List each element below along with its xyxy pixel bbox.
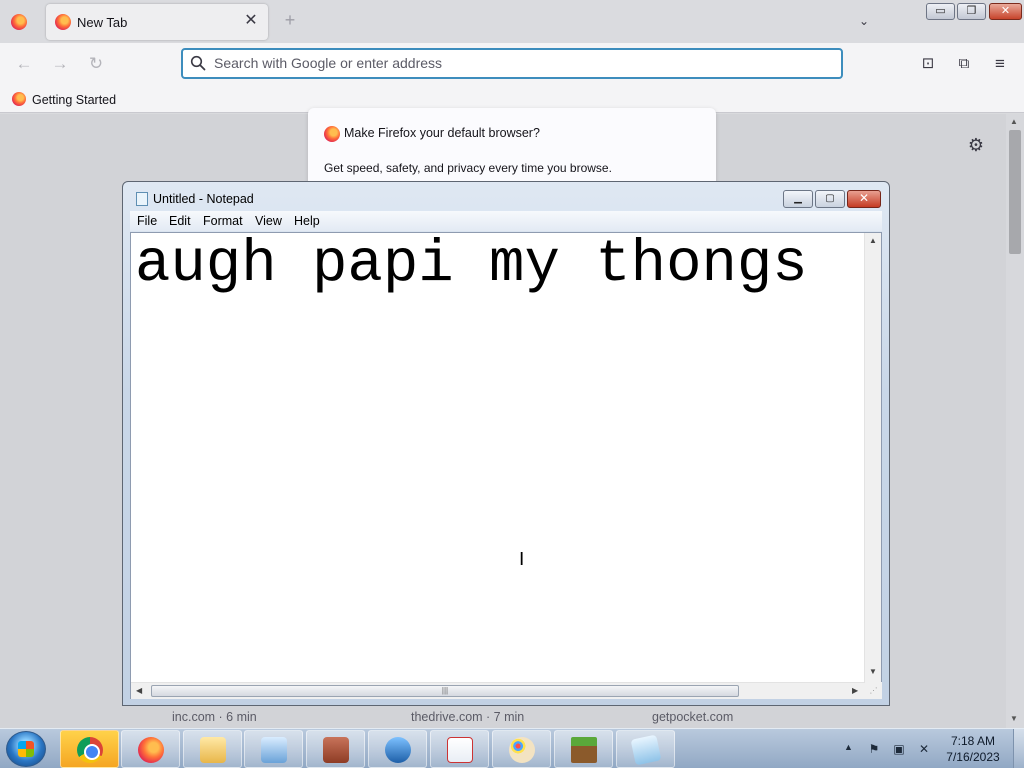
start-button[interactable]: [6, 731, 46, 767]
taskbar-app-firewall[interactable]: [306, 730, 365, 768]
firewall-icon: [323, 737, 349, 763]
menu-bar: File Edit Format View Help: [130, 211, 882, 231]
window-title: Untitled - Notepad: [153, 192, 254, 206]
show-desktop-button[interactable]: [1013, 729, 1024, 768]
notepad-icon[interactable]: [136, 192, 148, 206]
navigation-toolbar: ← → ↻ ⊡ ⧉ ≡: [0, 43, 1024, 85]
tab-strip: New Tab ✕ + ⌄ ▭ ❐ ✕: [0, 0, 1024, 43]
firefox-logo-icon[interactable]: [11, 14, 27, 30]
firefox-favicon-icon: [12, 92, 26, 106]
page-scrollbar[interactable]: ▲ ▼: [1006, 114, 1024, 728]
tab-close-icon[interactable]: ✕: [242, 12, 260, 30]
volume-muted-icon[interactable]: ✕: [916, 741, 932, 757]
chrome-icon: [77, 737, 103, 763]
firefox-logo-icon: [324, 126, 340, 142]
prompt-body: Get speed, safety, and privacy every tim…: [324, 161, 612, 175]
taskbar-app-explorer[interactable]: [183, 730, 242, 768]
address-bar[interactable]: [181, 48, 843, 79]
search-icon: [190, 55, 206, 71]
network-icon: [385, 737, 411, 763]
window-minimize-button[interactable]: ▭: [926, 3, 955, 20]
close-button[interactable]: ✕: [847, 190, 881, 208]
action-center-flag-icon[interactable]: ⚑: [866, 741, 882, 757]
scroll-left-arrow-icon[interactable]: ◀: [136, 686, 142, 695]
minecraft-icon: [571, 737, 597, 763]
back-arrow-icon[interactable]: ←: [13, 53, 35, 75]
pocket-icon[interactable]: ⊡: [918, 54, 938, 74]
taskbar-app-chrome[interactable]: [60, 730, 119, 768]
firefox-favicon-icon: [55, 14, 71, 30]
taskbar-app-notepad[interactable]: [616, 730, 675, 768]
taskbar-app-paint[interactable]: [492, 730, 551, 768]
scrollbar-thumb[interactable]: |||: [151, 685, 739, 697]
menu-view[interactable]: View: [255, 214, 282, 228]
vertical-scrollbar[interactable]: ▲ ▼: [864, 233, 881, 682]
story-source[interactable]: thedrive.com · 7 min: [411, 710, 524, 724]
folder-icon: [200, 737, 226, 763]
scroll-up-arrow-icon[interactable]: ▲: [869, 236, 877, 245]
reload-icon[interactable]: ↻: [85, 53, 107, 75]
resize-grip[interactable]: ⋰: [865, 682, 882, 699]
menu-help[interactable]: Help: [294, 214, 320, 228]
forward-arrow-icon[interactable]: →: [49, 53, 71, 75]
paint-icon: [509, 737, 535, 763]
list-all-tabs-chevron-icon[interactable]: ⌄: [855, 12, 873, 30]
menu-file[interactable]: File: [137, 214, 157, 228]
windows-logo-icon: [18, 741, 34, 757]
search-input[interactable]: [214, 53, 814, 73]
menu-format[interactable]: Format: [203, 214, 243, 228]
menu-edit[interactable]: Edit: [169, 214, 191, 228]
extensions-icon[interactable]: ⧉: [954, 54, 974, 74]
scroll-down-arrow-icon[interactable]: ▼: [869, 667, 877, 676]
gear-icon[interactable]: ⚙: [965, 134, 987, 156]
story-source[interactable]: getpocket.com: [652, 710, 733, 724]
window-restore-button[interactable]: ❐: [957, 3, 986, 20]
java-icon: [447, 737, 473, 763]
default-browser-prompt[interactable]: Make Firefox your default browser? Get s…: [308, 108, 716, 188]
scroll-up-arrow-icon[interactable]: ▲: [1010, 117, 1018, 126]
bookmark-label: Getting Started: [32, 93, 117, 107]
text-editor[interactable]: augh papi my thongs ▲ ▼ ◀ ||| ▶ ⋰: [130, 232, 882, 699]
story-source[interactable]: inc.com · 6 min: [172, 710, 257, 724]
taskbar: ▲ ⚑ ▣ ✕ 7:18 AM 7/16/2023: [0, 728, 1024, 768]
notepad-window: Untitled - Notepad ▁ ▢ ✕ File Edit Forma…: [122, 181, 890, 706]
clock-time[interactable]: 7:18 AM: [940, 734, 1006, 748]
tab-new-tab[interactable]: New Tab ✕: [46, 4, 268, 40]
horizontal-scrollbar[interactable]: ◀ ||| ▶: [131, 682, 865, 699]
taskbar-app-firefox[interactable]: [121, 730, 180, 768]
hamburger-menu-icon[interactable]: ≡: [990, 54, 1010, 74]
text-cursor-icon: I: [519, 549, 525, 570]
taskbar-app-minecraft[interactable]: [554, 730, 613, 768]
window-close-button[interactable]: ✕: [989, 3, 1022, 20]
show-hidden-icons-arrow-icon[interactable]: ▲: [844, 742, 853, 752]
clock-date[interactable]: 7/16/2023: [940, 750, 1006, 764]
notepad-icon: [630, 734, 662, 766]
notepad-titlebar[interactable]: Untitled - Notepad ▁ ▢ ✕: [123, 182, 889, 212]
maximize-button[interactable]: ▢: [815, 190, 845, 208]
taskbar-app-control-panel[interactable]: [244, 730, 303, 768]
taskbar-app-java[interactable]: [430, 730, 489, 768]
scroll-right-arrow-icon[interactable]: ▶: [852, 686, 858, 695]
taskbar-app-network[interactable]: [368, 730, 427, 768]
control-panel-icon: [261, 737, 287, 763]
tab-title: New Tab: [77, 15, 128, 30]
firefox-icon: [138, 737, 164, 763]
minimize-button[interactable]: ▁: [783, 190, 813, 208]
new-tab-plus-icon[interactable]: +: [280, 10, 300, 30]
document-text[interactable]: augh papi my thongs: [135, 235, 808, 295]
prompt-title: Make Firefox your default browser?: [344, 126, 540, 140]
scrollbar-thumb[interactable]: [1009, 130, 1021, 254]
scroll-down-arrow-icon[interactable]: ▼: [1010, 714, 1018, 723]
network-tray-icon[interactable]: ▣: [891, 741, 907, 757]
